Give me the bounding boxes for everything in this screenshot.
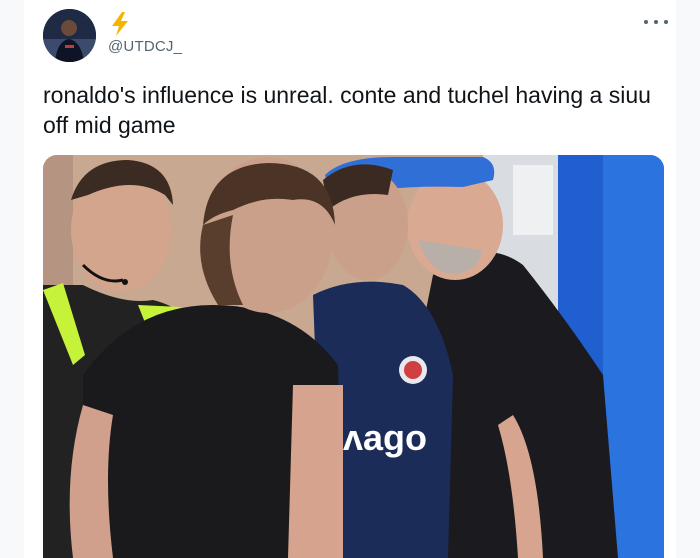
user-handle[interactable]: @UTDCJ_	[108, 38, 182, 55]
tweet-text: ronaldo's influence is unreal. conte and…	[43, 82, 651, 138]
avatar[interactable]	[43, 9, 96, 62]
tweet-card[interactable]: @UTDCJ_ ronaldo's influence is unreal. c…	[24, 0, 676, 558]
lightning-bolt-icon	[110, 12, 130, 36]
more-dots-icon[interactable]	[644, 12, 668, 32]
avatar-image	[43, 9, 96, 62]
tweet-photo[interactable]: ʌago	[43, 155, 664, 558]
shirt-sponsor-text: ʌago	[343, 417, 427, 458]
